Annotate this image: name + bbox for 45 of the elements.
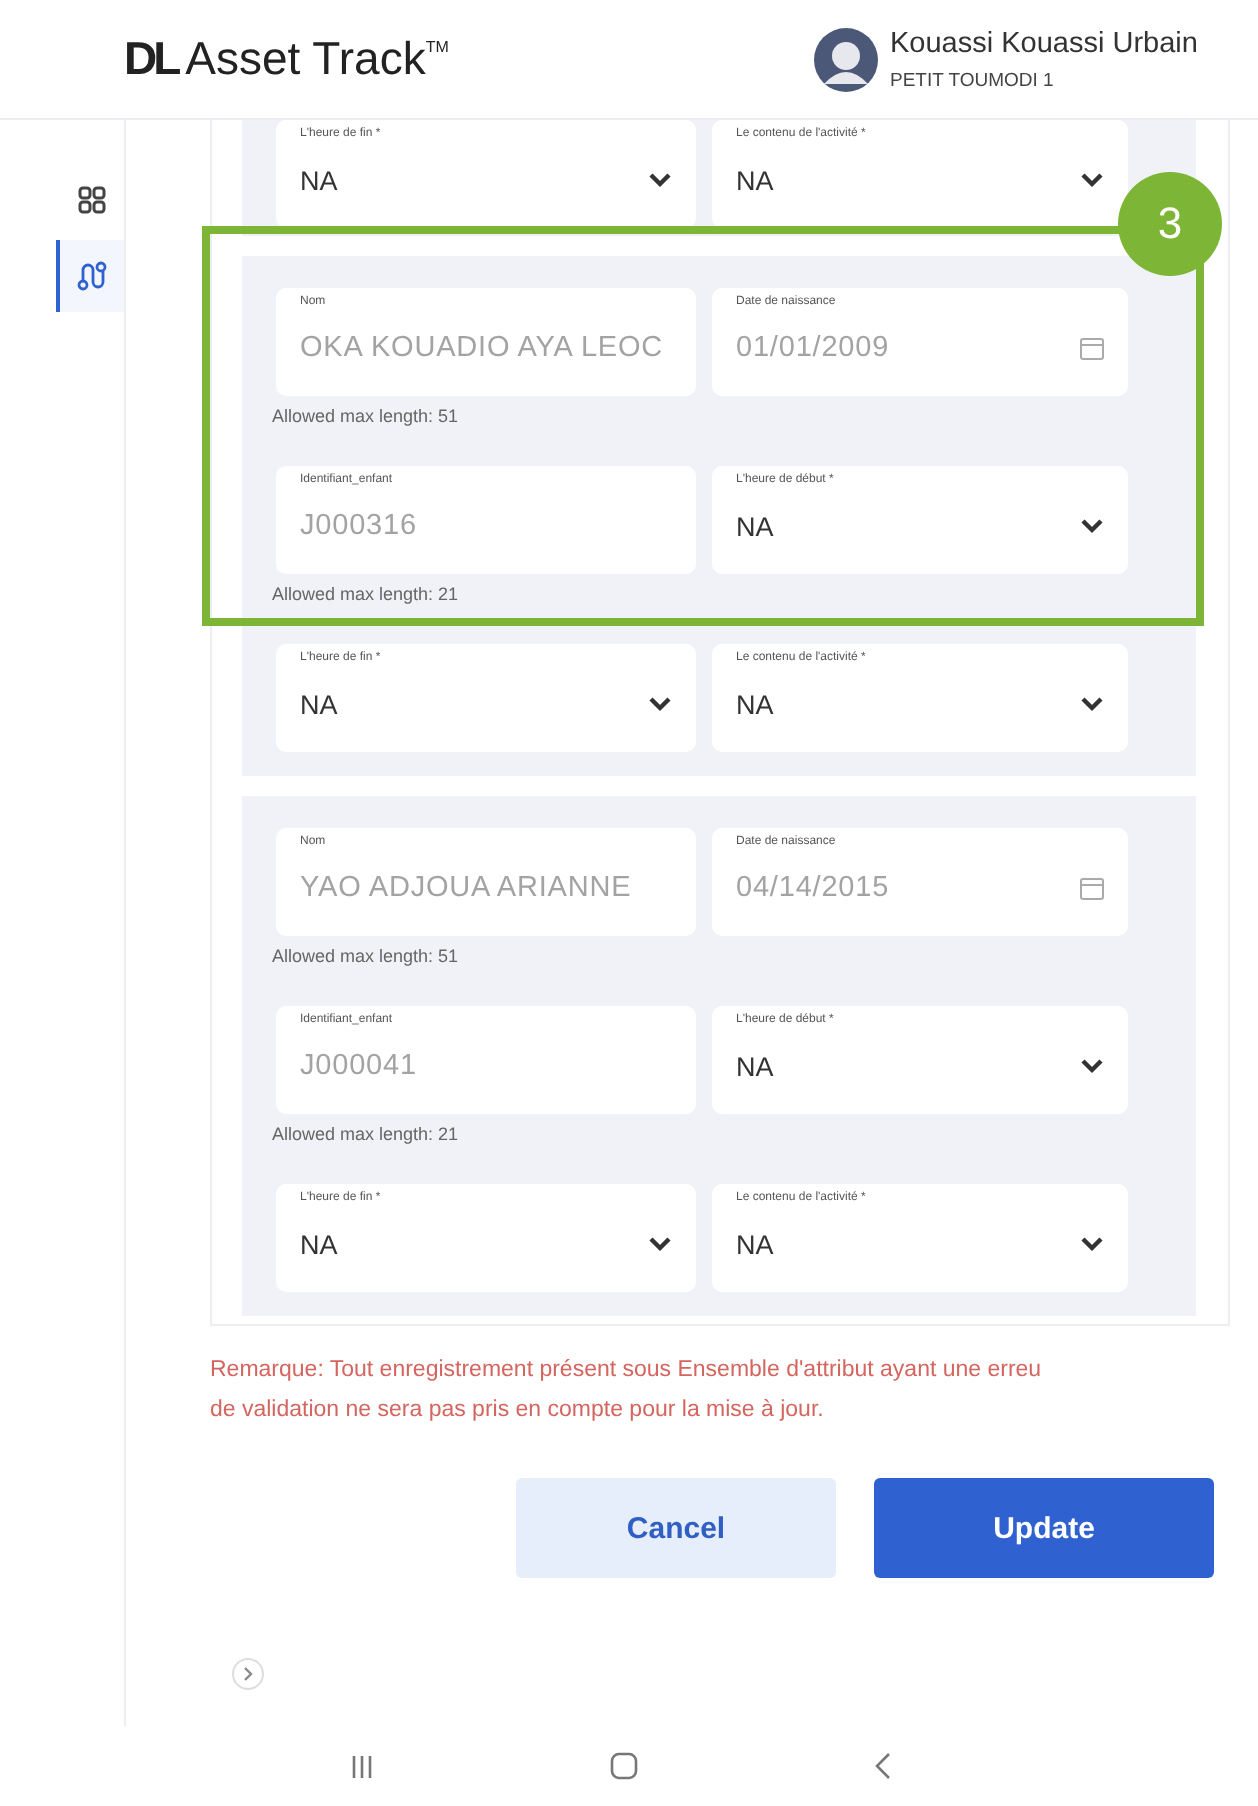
expand-button[interactable] xyxy=(232,1658,264,1690)
field-value: NA xyxy=(736,689,776,719)
trademark-mark: TM xyxy=(425,38,449,56)
field-value: 04/14/2015 xyxy=(736,872,892,904)
chevron-down-icon xyxy=(1080,1236,1104,1252)
field-hint: Allowed max length: 51 xyxy=(272,944,461,970)
logo-mark: DL xyxy=(124,32,178,86)
calendar-icon[interactable] xyxy=(1080,336,1104,360)
field-value: NA xyxy=(736,1051,776,1081)
app-title: Asset Track xyxy=(185,32,426,86)
field-hint: Allowed max length: 21 xyxy=(272,1122,461,1148)
chevron-down-icon xyxy=(1080,518,1104,534)
field-value: NA xyxy=(300,1229,340,1259)
field-value: NA xyxy=(736,511,776,541)
user-site: PETIT TOUMODI 1 xyxy=(890,69,1056,91)
field-value: YAO ADJOUA ARIANNE xyxy=(300,872,634,904)
chevron-down-icon xyxy=(1080,1058,1104,1074)
update-button[interactable]: Update xyxy=(874,1478,1214,1578)
chevron-down-icon xyxy=(648,696,672,712)
dashboard-icon xyxy=(78,186,106,214)
sidebar-item[interactable] xyxy=(56,240,124,312)
field-value: J000316 xyxy=(300,510,419,542)
field-value: J000041 xyxy=(300,1050,419,1082)
validation-note: Remarque: Tout enregistrement présent sous Ensemble d'attribut ayant une erreu de validation ne sera pas pris en compte pour la mise à jour. xyxy=(210,1356,1044,1426)
chevron-down-icon xyxy=(648,172,672,188)
route-icon xyxy=(76,260,108,292)
field-hint: Allowed max length: 21 xyxy=(272,582,461,608)
back-icon[interactable] xyxy=(874,1752,892,1780)
chevron-down-icon xyxy=(648,1236,672,1252)
field-value: NA xyxy=(736,1229,776,1259)
field-value: NA xyxy=(736,165,776,195)
field-value: NA xyxy=(300,689,340,719)
chevron-icon xyxy=(242,1666,254,1682)
recent-apps-icon[interactable] xyxy=(350,1753,374,1779)
field-hint: Allowed max length: 51 xyxy=(272,404,461,430)
cancel-button[interactable]: Cancel xyxy=(516,1478,836,1578)
home-icon[interactable] xyxy=(610,1752,638,1780)
chevron-down-icon xyxy=(1080,696,1104,712)
chevron-down-icon xyxy=(1080,172,1104,188)
field-value: 01/01/2009 xyxy=(736,332,892,364)
user-name: Kouassi Kouassi Urbain xyxy=(890,27,1198,59)
field-value: OKA KOUADIO AYA LEOC xyxy=(300,332,666,364)
field-value: NA xyxy=(300,165,340,195)
avatar-icon[interactable] xyxy=(814,27,878,91)
calendar-icon[interactable] xyxy=(1080,876,1104,900)
